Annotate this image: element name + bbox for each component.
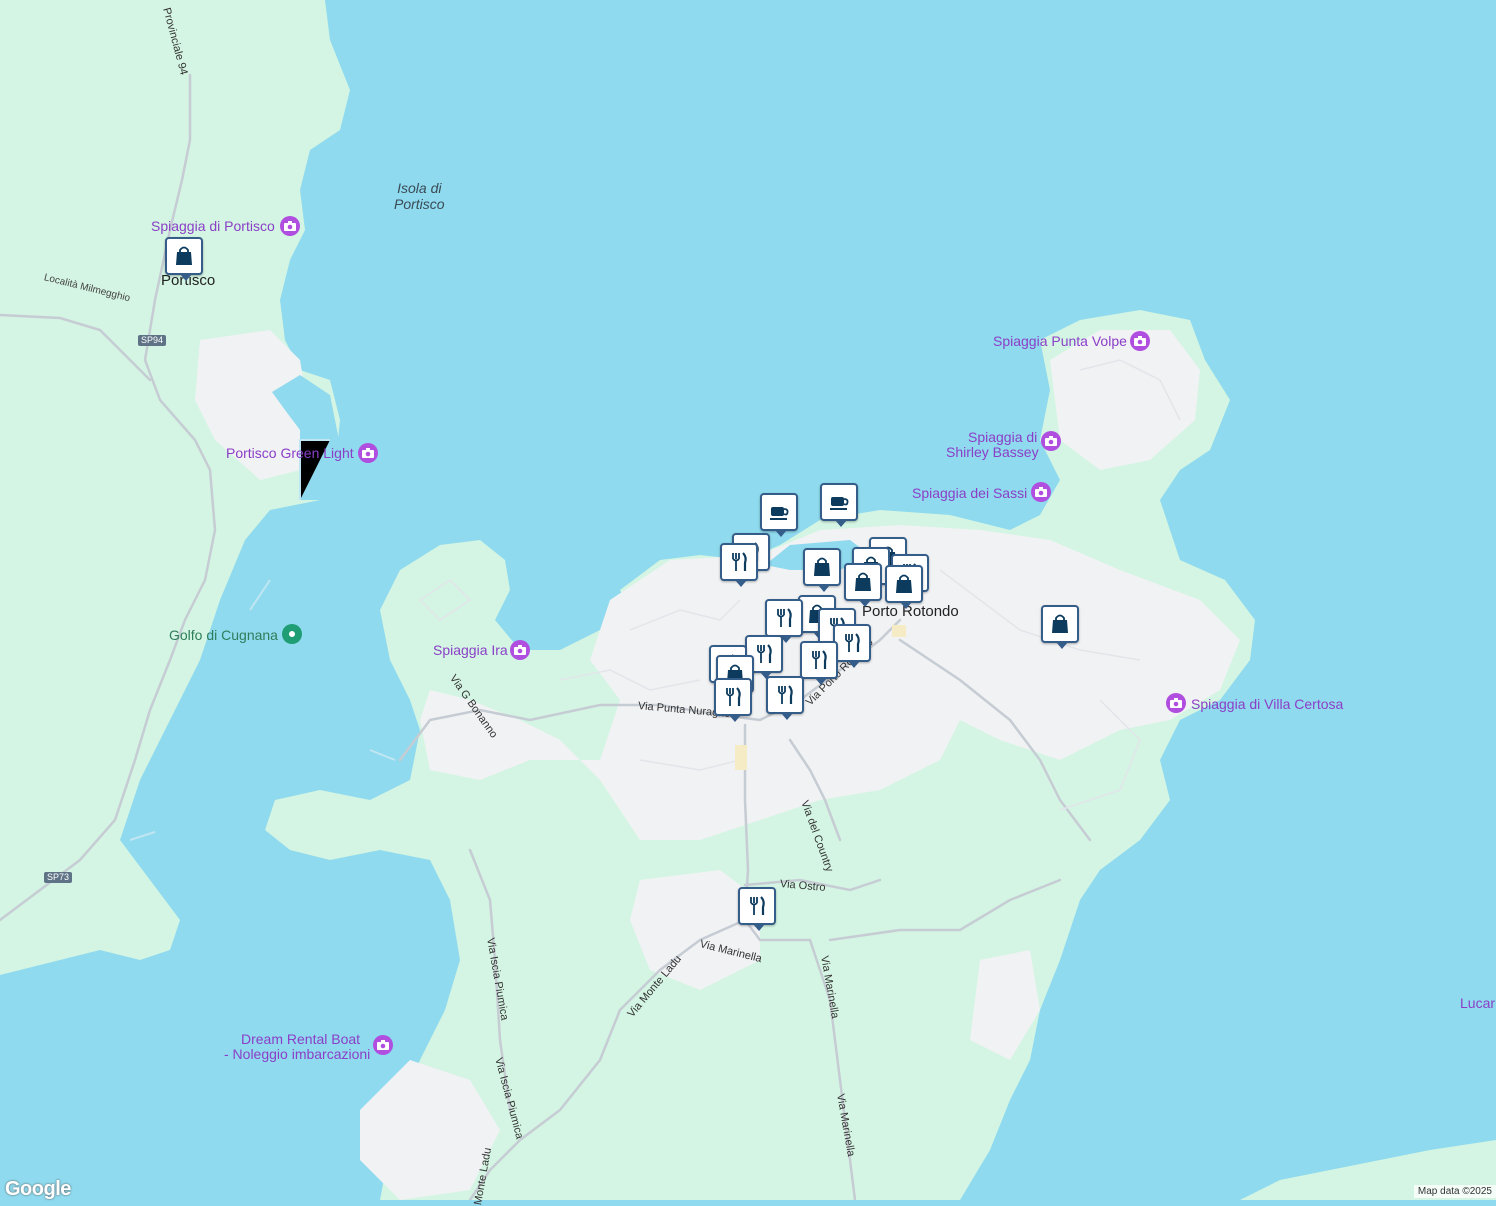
fork-knife-icon bbox=[778, 685, 793, 704]
map-canvas[interactable] bbox=[0, 0, 1496, 1200]
poi-sassi-label[interactable]: Spiaggia dei Sassi bbox=[912, 485, 1027, 501]
restaurant-pin[interactable] bbox=[738, 887, 776, 931]
shopping-bag-icon bbox=[855, 572, 871, 591]
shopping-pin[interactable] bbox=[803, 548, 841, 592]
fork-knife-icon bbox=[750, 896, 765, 915]
poi-shirley-label-1[interactable]: Spiaggia di bbox=[968, 429, 1037, 445]
fork-knife-icon bbox=[732, 552, 747, 571]
poi-punta-volpe-label[interactable]: Spiaggia Punta Volpe bbox=[993, 333, 1127, 349]
shopping-bag-icon bbox=[896, 574, 912, 593]
restaurant-pin[interactable] bbox=[720, 543, 758, 587]
coffee-cup-icon bbox=[830, 497, 849, 510]
restaurant-pin[interactable] bbox=[800, 641, 838, 685]
camera-icon[interactable] bbox=[510, 640, 530, 660]
poi-golfo-label[interactable]: Golfo di Cugnana bbox=[169, 627, 278, 643]
shopping-bag-icon bbox=[176, 246, 192, 265]
poi-portisco-green-label[interactable]: Portisco Green Light bbox=[226, 445, 354, 461]
restaurant-pin[interactable] bbox=[766, 676, 804, 720]
shopping-pin[interactable] bbox=[1041, 605, 1079, 649]
fork-knife-icon bbox=[777, 608, 792, 627]
shopping-bag-icon bbox=[814, 557, 830, 576]
google-logo[interactable]: Google bbox=[5, 1178, 71, 1201]
cafe-pin[interactable] bbox=[760, 493, 798, 537]
tree-icon[interactable] bbox=[282, 624, 302, 644]
shopping-pin[interactable] bbox=[165, 237, 203, 281]
coffee-cup-icon bbox=[770, 507, 789, 520]
shopping-pin[interactable] bbox=[844, 563, 882, 607]
fork-knife-icon bbox=[757, 644, 772, 663]
shopping-bag-icon bbox=[1052, 614, 1068, 633]
shopping-pin[interactable] bbox=[885, 565, 923, 609]
camera-icon[interactable] bbox=[280, 216, 300, 236]
poi-dream-label-1[interactable]: Dream Rental Boat bbox=[241, 1031, 360, 1047]
poi-lucar-label[interactable]: Lucar bbox=[1460, 995, 1495, 1011]
place-isola-portisco[interactable]: Isola di Portisco bbox=[394, 180, 445, 212]
poi-shirley-label-2[interactable]: Shirley Bassey bbox=[946, 444, 1039, 460]
camera-icon[interactable] bbox=[373, 1035, 393, 1055]
camera-icon[interactable] bbox=[1041, 431, 1061, 451]
map-attribution[interactable]: Map data ©2025 bbox=[1413, 1185, 1496, 1198]
camera-icon[interactable] bbox=[1130, 331, 1150, 351]
fork-knife-icon bbox=[726, 687, 741, 706]
fork-knife-icon bbox=[812, 650, 827, 669]
restaurant-pin[interactable] bbox=[765, 599, 803, 643]
camera-icon[interactable] bbox=[1031, 482, 1051, 502]
camera-icon[interactable] bbox=[1166, 693, 1186, 713]
restaurant-pin[interactable] bbox=[833, 624, 871, 668]
restaurant-pin[interactable] bbox=[714, 678, 752, 722]
fork-knife-icon bbox=[845, 633, 860, 652]
poi-spiaggia-portisco-label[interactable]: Spiaggia di Portisco bbox=[151, 218, 275, 234]
poi-dream-label-2[interactable]: - Noleggio imbarcazioni bbox=[224, 1046, 370, 1062]
cafe-pin[interactable] bbox=[820, 483, 858, 527]
poi-spiaggia-ira-label[interactable]: Spiaggia Ira bbox=[433, 642, 508, 658]
camera-icon[interactable] bbox=[358, 443, 378, 463]
poi-villa-certosa-label[interactable]: Spiaggia di Villa Certosa bbox=[1191, 696, 1343, 712]
route-shield-sp73: SP73 bbox=[44, 872, 73, 883]
route-shield-sp94: SP94 bbox=[138, 335, 167, 346]
